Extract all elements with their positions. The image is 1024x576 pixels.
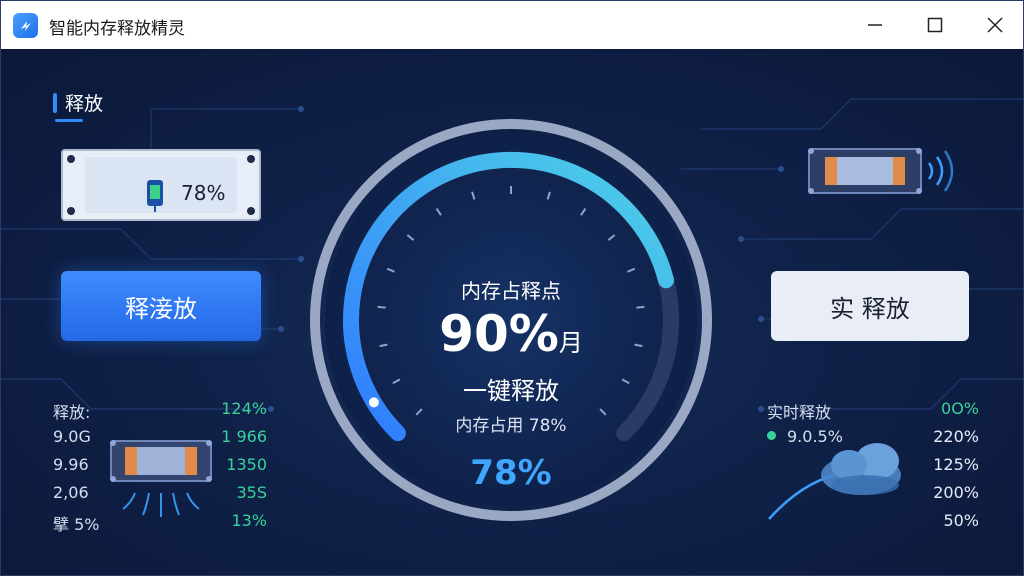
gauge-heading: 内存占释点 bbox=[461, 279, 561, 303]
section-underline bbox=[55, 119, 83, 122]
close-icon bbox=[987, 17, 1003, 33]
close-button[interactable] bbox=[967, 1, 1023, 49]
memory-status-panel: 78% bbox=[61, 149, 261, 221]
screw-icon bbox=[67, 155, 75, 163]
cloud-icon bbox=[765, 429, 905, 529]
app-window: 智能内存释放精灵 释放 78% 释淁放 释放: 124% 9.0G 1 966 … bbox=[0, 0, 1024, 576]
realtime-value: 50% bbox=[943, 511, 979, 530]
gauge-percent: 78% bbox=[470, 453, 552, 493]
minimize-button[interactable] bbox=[847, 1, 903, 49]
gauge-big-number: 90% bbox=[439, 305, 559, 363]
stat-label: 9.0G bbox=[53, 427, 91, 446]
maximize-icon bbox=[927, 17, 943, 33]
one-click-release-action[interactable]: 一键释放 bbox=[306, 371, 716, 406]
realtime-value: 125% bbox=[933, 455, 979, 474]
screw-icon bbox=[247, 155, 255, 163]
maximize-button[interactable] bbox=[907, 1, 963, 49]
stat-label: 2,06 bbox=[53, 483, 89, 502]
memory-chip-icon bbox=[805, 145, 957, 205]
gauge-usage-text: 内存占用 78% bbox=[455, 416, 567, 436]
app-logo-icon bbox=[13, 13, 38, 38]
stat-value: 124% bbox=[221, 399, 267, 418]
main-content: 释放 78% 释淁放 释放: 124% 9.0G 1 966 9.96 1350… bbox=[1, 49, 1023, 575]
stat-label: 释放: bbox=[53, 403, 91, 422]
stat-label: 9.96 bbox=[53, 455, 89, 474]
memory-panel-screen: 78% bbox=[85, 157, 237, 213]
screw-icon bbox=[67, 207, 75, 215]
minimize-icon bbox=[868, 24, 882, 26]
gauge-big-suffix: 月 bbox=[558, 329, 583, 357]
window-title: 智能内存释放精灵 bbox=[49, 19, 185, 39]
memory-gauge: 内存占释点 90%月 一键释放 内存占用 78% 78% bbox=[306, 115, 716, 525]
battery-icon bbox=[145, 177, 165, 217]
release-button[interactable]: 释淁放 bbox=[61, 271, 261, 341]
section-title: 释放 bbox=[65, 93, 104, 115]
section-header: 释放 bbox=[53, 89, 103, 116]
realtime-stats-title: 实时释放 bbox=[767, 403, 832, 422]
realtime-value: 220% bbox=[933, 427, 979, 446]
realtime-value: 200% bbox=[933, 483, 979, 502]
stat-label: 擘 5% bbox=[53, 515, 100, 534]
screw-icon bbox=[247, 207, 255, 215]
title-bar: 智能内存释放精灵 bbox=[1, 1, 1023, 49]
realtime-stats-value: 0O% bbox=[941, 399, 979, 418]
memory-percent: 78% bbox=[181, 181, 226, 205]
realtime-release-button[interactable]: 实 释放 bbox=[771, 271, 969, 341]
memory-module-icon bbox=[105, 437, 217, 527]
section-accent-bar bbox=[53, 92, 57, 113]
gauge-big-value: 90%月 bbox=[306, 305, 716, 363]
